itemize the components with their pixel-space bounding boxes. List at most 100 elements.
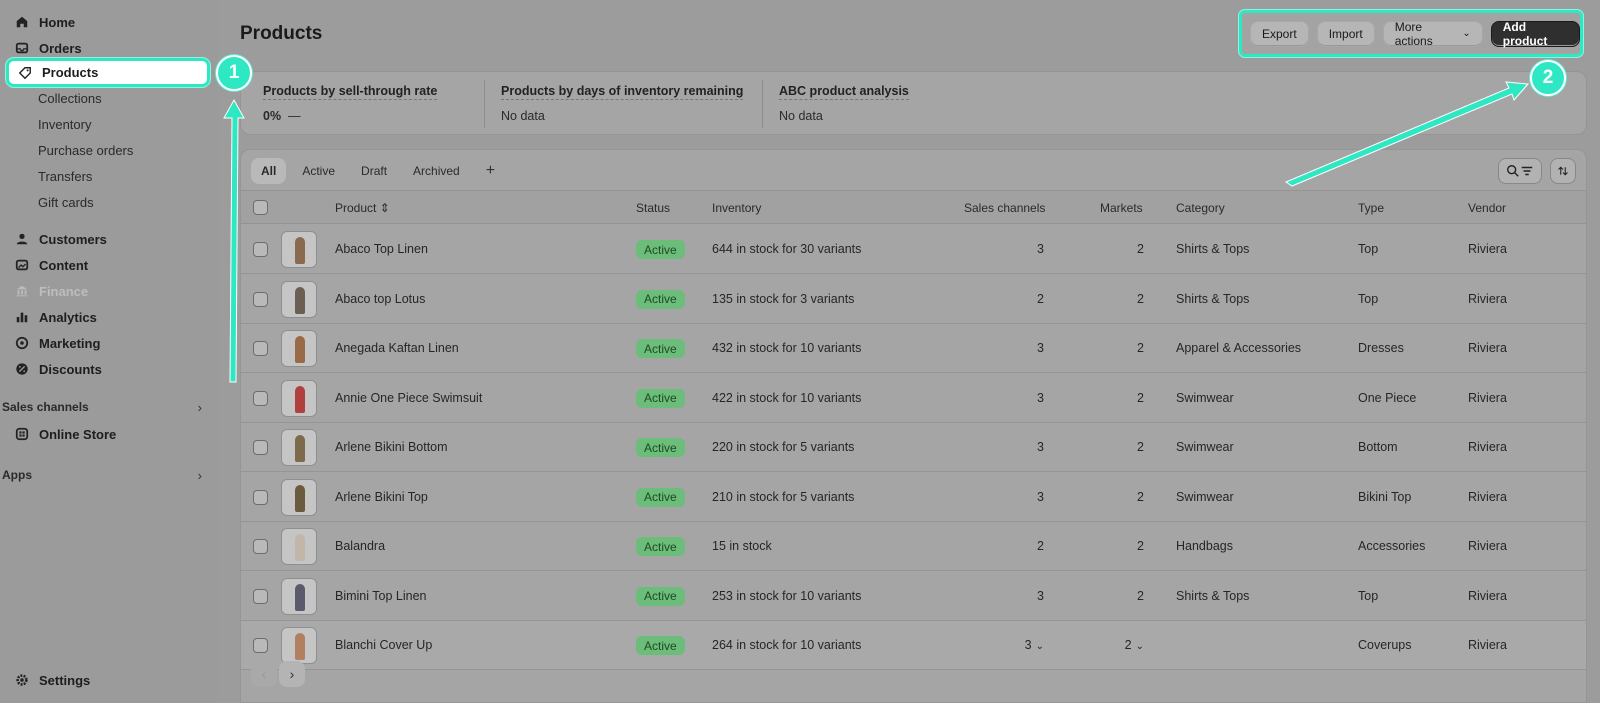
gear-icon [14,672,30,688]
product-name[interactable]: Arlene Bikini Top [335,490,428,504]
add-view-button[interactable]: + [476,158,505,184]
column-inventory: Inventory [712,201,762,215]
product-name[interactable]: Abaco Top Linen [335,242,428,256]
sales-channels-cell: 2 [1014,539,1044,553]
product-name[interactable]: Annie One Piece Swimsuit [335,391,482,405]
sales-channels-cell[interactable]: 3 ⌄ [1014,638,1044,652]
row-checkbox[interactable] [253,489,268,505]
markets-cell: 2 [1114,589,1144,603]
product-name[interactable]: Blanchi Cover Up [335,638,432,652]
column-vendor: Vendor [1468,201,1507,215]
tab-active[interactable]: Active [292,158,345,184]
table-row[interactable]: Abaco top Lotus Active 135 in stock for 3 … [241,275,1586,324]
nav-settings-label: Settings [39,672,91,688]
nav-discounts[interactable]: Discounts [6,356,210,382]
markets-cell: 2 [1114,391,1144,405]
sales-channels-header[interactable]: Sales channels › [2,400,202,415]
row-checkbox[interactable] [253,539,268,554]
sales-channels-label: Sales channels [2,400,89,414]
row-checkbox[interactable] [253,638,268,653]
search-filter-button[interactable] [1498,158,1542,184]
divider [762,80,763,128]
column-type: Type [1358,201,1385,215]
export-button[interactable]: Export [1250,20,1309,47]
category-cell: Handbags [1176,539,1233,553]
product-name[interactable]: Abaco top Lotus [335,292,425,306]
pagination: ‹ › [251,661,307,687]
more-actions-label: More actions [1394,19,1433,48]
tag-icon [17,65,33,81]
product-name[interactable]: Bimini Top Linen [335,589,427,603]
product-name[interactable]: Balandra [335,539,385,553]
row-checkbox[interactable] [253,291,268,307]
nav-transfers[interactable]: Transfers [38,167,92,187]
category-cell: Swimwear [1176,489,1234,504]
column-product[interactable]: Product ⇕ [335,201,390,215]
sales-channels-count: 2 [1037,539,1044,553]
table-row[interactable]: Arlene Bikini Bottom Active 220 in stock f… [241,423,1586,472]
sell-through-trend: — [288,109,301,123]
status-badge: Active [636,537,685,556]
apps-label: Apps [2,468,32,482]
nav-home[interactable]: Home [6,9,210,35]
previous-page-button[interactable]: ‹ [251,661,277,687]
table-row[interactable]: Arlene Bikini Top Active 210 in stock for … [241,473,1586,522]
nav-purchase-orders[interactable]: Purchase orders [38,141,133,161]
markets-count: 2 [1137,588,1144,603]
nav-collections[interactable]: Collections [38,89,102,109]
sort-button[interactable] [1550,158,1576,184]
product-thumbnail [281,379,317,417]
row-checkbox[interactable] [253,390,268,406]
product-name[interactable]: Anegada Kaftan Linen [335,341,459,355]
nav-gift-cards[interactable]: Gift cards [38,193,94,213]
nav-online-store[interactable]: Online Store [6,421,210,447]
table-row[interactable]: Annie One Piece Swimsuit Active 422 in sto… [241,374,1586,423]
row-checkbox[interactable] [253,341,268,356]
inventory-cell: 432 in stock for 10 variants [712,341,862,355]
product-thumbnail [281,577,317,615]
analytics-abc[interactable]: ABC product analysis No data [779,84,909,123]
sales-channels-count: 3 [1037,341,1044,355]
sales-channels-count: 2 [1037,291,1044,306]
next-page-button[interactable]: › [279,661,305,687]
header-actions: Export Import More actions ⌄ Add product [1239,10,1583,57]
status-badge: Active [636,586,685,606]
apps-header[interactable]: Apps › [2,468,202,483]
status-badge: Active [636,388,685,408]
category-cell: Shirts & Tops [1176,242,1250,256]
category-cell: Swimwear [1176,440,1234,454]
inventory-cell: 210 in stock for 5 variants [712,489,855,504]
import-button[interactable]: Import [1316,20,1375,47]
nav-analytics[interactable]: Analytics [6,304,210,330]
analytics-days-inventory[interactable]: Products by days of inventory remaining … [501,84,744,123]
nav-marketing[interactable]: Marketing [6,330,210,356]
select-all-checkbox[interactable] [253,200,268,215]
tab-archived[interactable]: Archived [403,158,470,184]
nav-settings[interactable]: Settings [6,667,210,693]
table-row[interactable]: Anegada Kaftan Linen Active 432 in stock f… [241,324,1586,373]
product-thumbnail [281,231,317,268]
sales-channels-cell: 3 [1014,440,1044,454]
tab-all[interactable]: All [251,158,287,184]
row-checkbox[interactable] [253,242,268,257]
table-row[interactable]: Balandra Active 15 in stock 2 2 Handbags Acces… [241,522,1586,571]
table-row[interactable]: Bimini Top Linen Active 253 in stock for 1… [241,572,1586,621]
nav-customers[interactable]: Customers [6,226,210,252]
table-row[interactable]: Abaco Top Linen Active 644 in stock for 30… [241,225,1586,274]
column-product-label: Product [335,201,377,215]
row-checkbox[interactable] [253,588,268,604]
nav-content[interactable]: Content [6,252,210,278]
nav-products[interactable]: Products [6,58,210,87]
add-product-button[interactable]: Add product [1490,20,1580,48]
row-checkbox[interactable] [253,440,268,455]
more-actions-button[interactable]: More actions ⌄ [1382,19,1483,48]
chevron-right-icon: › [197,468,202,483]
markets-cell[interactable]: 2 ⌄ [1114,638,1144,652]
analytics-sell-through[interactable]: Products by sell-through rate 0% — [263,84,438,123]
product-name[interactable]: Arlene Bikini Bottom [335,440,448,454]
nav-inventory[interactable]: Inventory [38,115,91,135]
table-row[interactable]: Blanchi Cover Up Active 264 in stock for 1… [241,621,1586,670]
sales-channels-cell: 2 [1014,292,1044,306]
tab-draft[interactable]: Draft [351,158,397,184]
sales-channels-cell: 3 [1014,242,1044,256]
